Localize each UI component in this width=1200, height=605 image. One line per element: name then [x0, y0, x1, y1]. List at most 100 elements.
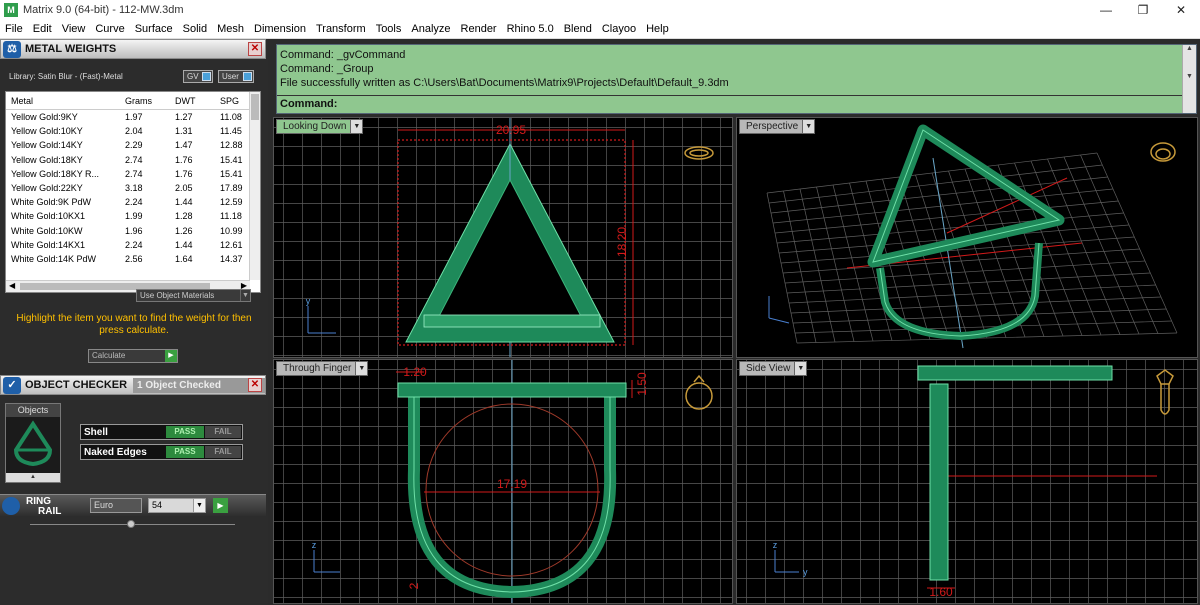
menu-mesh[interactable]: Mesh: [212, 23, 249, 35]
dim-width: 1.60: [929, 585, 953, 599]
ring-rail-header: RING RAIL Euro 54 ▼ ▶: [0, 494, 266, 517]
scroll-thumb[interactable]: [251, 94, 259, 120]
menu-curve[interactable]: Curve: [90, 23, 129, 35]
table-row[interactable]: White Gold:10KW 1.96 1.26 10.99: [6, 225, 250, 239]
axis-label-z: z: [773, 540, 778, 550]
table-row[interactable]: White Gold:14K PdW 2.56 1.64 14.37: [6, 253, 250, 267]
table-cell: 10.99: [220, 225, 243, 236]
user-toggle[interactable]: User: [218, 70, 254, 83]
expand-icon[interactable]: ▲: [6, 473, 60, 482]
table-cell: 11.45: [220, 126, 242, 137]
menu-bar: File Edit View Curve Surface Solid Mesh …: [0, 20, 1200, 39]
ring-size-select[interactable]: 54 ▼: [148, 498, 206, 513]
table-row[interactable]: Yellow Gold:18KY R... 2.74 1.76 15.41: [6, 168, 250, 182]
table-cell: 2.74: [125, 154, 143, 165]
chevron-down-icon[interactable]: ▼: [355, 362, 368, 375]
viewport-tab[interactable]: Looking Down ▼: [276, 119, 364, 134]
front-view-canvas: z 1.20 1.50 17.19 2: [274, 360, 732, 603]
menu-surface[interactable]: Surface: [130, 23, 178, 35]
chevron-down-icon[interactable]: ▼: [794, 362, 807, 375]
table-row[interactable]: White Gold:14KX1 2.24 1.44 12.61: [6, 239, 250, 253]
menu-help[interactable]: Help: [641, 23, 674, 35]
command-scrollbar[interactable]: ▲ ▼: [1182, 45, 1196, 113]
ring-size-value: 54: [152, 500, 163, 510]
close-window-button[interactable]: ✕: [1158, 0, 1200, 20]
table-cell: 1.44: [175, 239, 193, 250]
play-icon[interactable]: ▶: [165, 350, 177, 362]
toggle-indicator-icon: [202, 72, 211, 81]
viewport-tab-label: Perspective: [746, 121, 799, 132]
table-row[interactable]: Yellow Gold:9KY 1.97 1.27 11.08: [6, 111, 250, 125]
table-cell: 15.41: [220, 168, 243, 179]
scroll-left-icon[interactable]: ◀: [9, 281, 15, 290]
ring-apply-button[interactable]: ▶: [213, 498, 228, 513]
calculate-dropdown[interactable]: Calculate ▶: [88, 349, 178, 363]
fail-badge: FAIL: [205, 446, 241, 458]
ring-standard-select[interactable]: Euro: [90, 498, 142, 513]
viewport-side-view[interactable]: z y 1.60 Side View ▼: [736, 359, 1198, 604]
command-line: Command: _gvCommand: [280, 49, 406, 61]
menu-analyze[interactable]: Analyze: [406, 23, 455, 35]
viewport-tab[interactable]: Through Finger ▼: [276, 361, 369, 376]
table-cell: Yellow Gold:18KY: [11, 154, 83, 165]
check-shell: Shell PASS FAIL: [80, 424, 243, 440]
window-title: Matrix 9.0 (64-bit) - 112-MW.3dm: [23, 4, 184, 16]
menu-rhino[interactable]: Rhino 5.0: [502, 23, 559, 35]
col-grams[interactable]: Grams: [125, 96, 152, 106]
table-cell: White Gold:14KX1: [11, 239, 86, 250]
chevron-down-icon[interactable]: ▼: [350, 120, 363, 133]
table-cell: 1.99: [125, 211, 143, 222]
table-cell: 2.24: [125, 239, 143, 250]
use-object-materials-dropdown[interactable]: Use Object Materials ▼: [136, 289, 251, 302]
ring-rail-title: RING RAIL: [26, 497, 61, 517]
scale-icon: ⚖: [3, 41, 21, 58]
menu-file[interactable]: File: [0, 23, 28, 35]
table-row[interactable]: White Gold:9K PdW 2.24 1.44 12.59: [6, 196, 250, 210]
gv-toggle[interactable]: GV: [183, 70, 213, 83]
viewport-through-finger[interactable]: z 1.20 1.50 17.19 2 Through Finger ▼: [273, 359, 733, 604]
menu-clayoo[interactable]: Clayoo: [597, 23, 641, 35]
table-cell: 11.08: [220, 112, 242, 122]
title-bar: M Matrix 9.0 (64-bit) - 112-MW.3dm — ❐ ✕: [0, 0, 1200, 20]
menu-transform[interactable]: Transform: [311, 23, 371, 35]
dim-width: 20.95: [496, 123, 526, 137]
left-panel: ⚖ METAL WEIGHTS ✕ Library: Satin Blur - …: [0, 39, 268, 605]
objects-thumbnail[interactable]: Objects ▲: [5, 403, 61, 483]
table-cell: White Gold:10KX1: [11, 211, 86, 222]
menu-solid[interactable]: Solid: [178, 23, 212, 35]
table-row[interactable]: Yellow Gold:22KY 3.18 2.05 17.89: [6, 182, 250, 196]
command-prompt[interactable]: Command:: [277, 95, 1182, 113]
close-icon[interactable]: ✕: [248, 42, 262, 56]
viewport-tab[interactable]: Side View ▼: [739, 361, 808, 376]
menu-edit[interactable]: Edit: [28, 23, 57, 35]
table-cell: 1.96: [125, 225, 143, 236]
dim-thickness: 1.50: [635, 372, 649, 396]
menu-view[interactable]: View: [57, 23, 91, 35]
table-row[interactable]: Yellow Gold:18KY 2.74 1.76 15.41: [6, 154, 250, 168]
ring-perspective-icon: [1150, 142, 1176, 162]
menu-dimension[interactable]: Dimension: [249, 23, 311, 35]
viewport-tab-label: Looking Down: [283, 121, 347, 132]
ring-size-slider[interactable]: [30, 520, 235, 528]
chevron-down-icon[interactable]: ▼: [802, 120, 815, 133]
viewport-tab[interactable]: Perspective ▼: [739, 119, 816, 134]
viewport-perspective[interactable]: Perspective ▼: [736, 117, 1198, 358]
pass-badge: PASS: [166, 426, 204, 438]
col-dwt[interactable]: DWT: [175, 96, 196, 106]
menu-blend[interactable]: Blend: [559, 23, 597, 35]
close-icon[interactable]: ✕: [248, 378, 262, 392]
menu-tools[interactable]: Tools: [371, 23, 407, 35]
table-vertical-scrollbar[interactable]: [249, 92, 260, 280]
axis-label-y: y: [803, 567, 808, 577]
viewport-looking-down[interactable]: y 20.95 18.20 Looking Down ▼: [273, 117, 733, 358]
table-row[interactable]: Yellow Gold:14KY 2.29 1.47 12.88: [6, 139, 250, 153]
col-spg[interactable]: SPG: [220, 96, 239, 106]
metal-weights-title: METAL WEIGHTS: [25, 43, 117, 55]
table-row[interactable]: Yellow Gold:10KY 2.04 1.31 11.45: [6, 125, 250, 139]
table-row[interactable]: White Gold:10KX1 1.99 1.28 11.18: [6, 210, 250, 224]
table-cell: 12.88: [220, 140, 243, 151]
col-metal[interactable]: Metal: [11, 96, 33, 106]
menu-render[interactable]: Render: [456, 23, 502, 35]
slider-knob[interactable]: [127, 520, 135, 528]
matrix-logo-icon: M: [4, 3, 18, 17]
